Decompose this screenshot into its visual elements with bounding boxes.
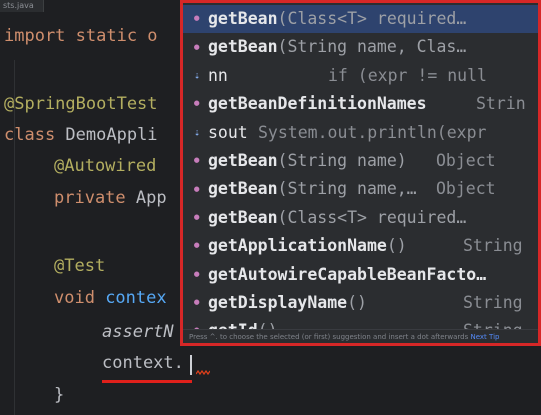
method-name: contex <box>94 288 167 308</box>
field-type: App <box>125 188 167 208</box>
completion-item[interactable]: ● getBean(String name, Clas… <box>183 33 538 61</box>
method-icon: ● <box>194 42 200 53</box>
private-keyword: private <box>54 188 126 208</box>
completion-item-name: getBean <box>208 207 278 227</box>
completion-item-type: if (expr != null <box>328 65 487 85</box>
footer-hint: Press ^. to choose the selected (or firs… <box>189 333 469 341</box>
completion-item-params: () <box>386 236 407 256</box>
completion-popup[interactable]: ● getBean(Class<T> required… ● getBean(Stri… <box>180 0 541 346</box>
completion-item[interactable]: ● getBean(String name,… Object <box>183 175 538 203</box>
assert-call: assertN <box>102 322 174 342</box>
next-tip-link[interactable]: Next Tip <box>470 333 499 341</box>
completion-item[interactable]: ● getBean(Class<T> required… <box>183 5 538 34</box>
completion-item[interactable]: ● getBean(Class<T> required… <box>183 204 538 232</box>
class-name: DemoAppli <box>55 125 158 145</box>
live-template-icon: ⇣ <box>194 127 201 139</box>
completion-item[interactable]: ● getAutowireCapableBeanFacto… <box>183 261 538 289</box>
completion-item-type: String <box>463 292 523 312</box>
completion-item-params: (String name,… <box>277 179 417 199</box>
error-squiggle-icon <box>196 370 210 376</box>
completion-item-name: getBean <box>208 150 278 170</box>
completion-item-name: getBean <box>208 9 278 28</box>
springboottest-annotation: @SpringBootTest <box>4 94 158 114</box>
completion-item[interactable]: ● getDisplayName() String <box>183 289 538 317</box>
method-icon: ● <box>194 184 200 195</box>
text-caret <box>190 355 192 375</box>
completion-item-params: (String name) <box>277 150 407 170</box>
live-template-icon: ⇣ <box>194 70 201 82</box>
completion-item-name: sout <box>208 122 248 142</box>
completion-item[interactable]: ● getBean(String name) Object <box>183 147 538 175</box>
method-declaration: void contex <box>54 288 167 308</box>
completion-item[interactable]: ⇣ nn if (expr != null <box>183 62 538 90</box>
method-icon: ● <box>194 297 200 308</box>
class-declaration: class DemoAppli <box>4 125 158 145</box>
class-keyword: class <box>4 125 56 145</box>
method-icon: ● <box>194 240 200 251</box>
completion-item-params: (Class<T> required… <box>277 9 467 28</box>
autowired-annotation: @Autowired <box>54 156 157 176</box>
file-tab[interactable]: sts.java <box>0 0 44 12</box>
method-icon: ● <box>194 98 200 109</box>
method-icon: ● <box>194 13 200 24</box>
completion-item-name: getBean <box>208 37 278 57</box>
completion-item-params: () <box>347 292 367 312</box>
completion-item[interactable]: ● getApplicationName() String <box>183 232 538 260</box>
completion-item-name: getDisplayName <box>208 292 348 312</box>
completion-item-type: Strin <box>476 94 526 114</box>
test-annotation: @Test <box>54 256 106 276</box>
closing-brace: } <box>54 385 65 405</box>
method-icon: ● <box>194 269 200 280</box>
void-keyword: void <box>54 288 95 308</box>
completion-item-name: getApplicationName <box>208 236 387 256</box>
completion-item-type: Object <box>436 179 496 199</box>
completion-item-type: Object <box>436 150 496 170</box>
method-icon: ● <box>194 212 200 223</box>
completion-item[interactable]: ⇣ sout System.out.println(expr <box>183 119 538 147</box>
completion-list[interactable]: ● getBean(Class<T> required… ● getBean(Stri… <box>183 5 538 343</box>
completion-item-name: getBeanDefinitionNames <box>208 94 427 114</box>
completion-item-params: (String name, Clas… <box>277 37 467 57</box>
completion-item[interactable]: ● getBeanDefinitionNames Strin <box>183 90 538 118</box>
completion-item-type: System.out.println(expr <box>258 122 487 142</box>
completion-item-name: getAutowireCapableBeanFacto… <box>208 264 487 284</box>
red-underline-annotation <box>102 380 192 383</box>
completion-item-type: String <box>463 236 523 256</box>
completion-item-name: nn <box>208 65 228 85</box>
field-declaration: private App <box>54 188 167 208</box>
completion-item-params: (Class<T> required… <box>277 207 467 227</box>
context-expression[interactable]: context. <box>102 353 184 373</box>
method-icon: ● <box>194 155 200 166</box>
completion-item-name: getBean <box>208 179 278 199</box>
import-line: import static o <box>4 26 158 46</box>
completion-footer: Press ^. to choose the selected (or firs… <box>183 329 538 343</box>
